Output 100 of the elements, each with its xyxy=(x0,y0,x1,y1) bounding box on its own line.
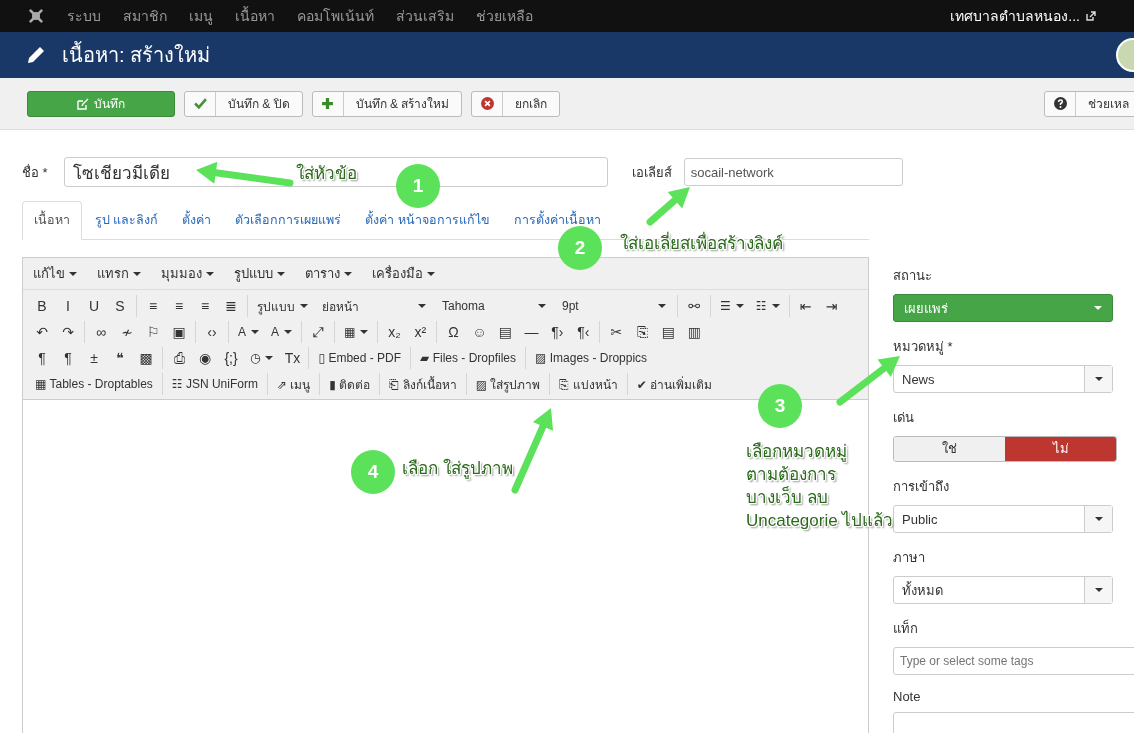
editor-tool-button[interactable]: ¶‹ xyxy=(570,320,597,344)
editor-tool-button[interactable]: ▮ ติดต่อ xyxy=(323,372,377,396)
editor-tool-button[interactable]: ◷ xyxy=(244,346,280,370)
editor-tool-button[interactable]: ▦ Tables - Droptables xyxy=(29,372,159,396)
editor-tool-button[interactable]: Tx xyxy=(279,346,306,370)
editor-tool-button[interactable]: ☷ JSN UniForm xyxy=(165,372,264,396)
editor-tool-button[interactable]: ∞ xyxy=(88,320,114,344)
editor-tool-button[interactable]: A xyxy=(232,320,265,344)
editor-tool-button[interactable]: S xyxy=(107,294,133,318)
nav-menu-item[interactable]: เนื้อหา xyxy=(235,5,275,27)
pencil-icon xyxy=(26,45,46,65)
editor-menu[interactable]: มุมมอง xyxy=(161,263,214,284)
editor-tool-button[interactable]: {;} xyxy=(218,346,244,370)
editor-tool-button[interactable]: ↶ xyxy=(29,320,55,344)
annotation-text: ใส่เอเลี่ยสเพื่อสร้างลิงค์ xyxy=(620,232,783,255)
field-label: หมวดหมู่ * xyxy=(893,338,954,357)
toggle-option[interactable]: ไม่ xyxy=(1005,437,1116,461)
editor-tool-button[interactable]: ≁ xyxy=(114,320,140,344)
editor-tool-button[interactable]: x² xyxy=(407,320,434,344)
editor-menu[interactable]: รูปแบบ xyxy=(234,263,285,284)
editor-tool-button[interactable]: ▯ Embed - PDF xyxy=(312,346,408,370)
editor-tool-button[interactable]: U xyxy=(81,294,107,318)
edit-icon xyxy=(77,97,89,110)
editor-tool-button[interactable]: ≡ xyxy=(192,294,218,318)
check-icon xyxy=(193,97,207,110)
field-label: Note xyxy=(893,689,922,704)
editor-dropdown[interactable]: ย่อหน้า xyxy=(314,294,434,318)
editor-tool-button[interactable]: ▦ xyxy=(338,320,375,344)
editor-tool-button[interactable]: A xyxy=(265,320,299,344)
editor-tool-button[interactable]: ⇤ xyxy=(792,294,819,318)
logo-icon[interactable] xyxy=(27,7,45,25)
editor-tool-button[interactable]: ✔ อ่านเพิ่มเติม xyxy=(630,372,719,396)
editor-tool-button[interactable]: ⎘ แบ่งหน้า xyxy=(553,372,624,396)
editor-tool-button[interactable]: ⎗ ลิงก์เนื้อหา xyxy=(383,372,463,396)
editor-dropdown[interactable]: 9pt xyxy=(554,294,674,318)
field-label: เด่น xyxy=(893,409,915,427)
nav-menu-item[interactable]: เมนู xyxy=(189,5,213,27)
alias-field[interactable]: socail-network xyxy=(683,158,903,186)
editor-tool-button[interactable]: ¶› xyxy=(544,320,571,344)
editor-tool-button[interactable]: ✂ xyxy=(603,320,630,344)
format-dropdown[interactable]: รูปแบบ xyxy=(251,294,314,318)
editor-tool-button[interactable]: Ω xyxy=(440,320,467,344)
editor-tool-button[interactable]: x₂ xyxy=(381,320,408,344)
toggle-option[interactable]: ใช่ xyxy=(894,437,1005,461)
editor-tool-button[interactable]: ☷ xyxy=(749,294,786,318)
editor-tool-button[interactable]: I xyxy=(55,294,81,318)
select-field[interactable]: Public xyxy=(893,505,1113,533)
editor-tool-button[interactable]: ❝ xyxy=(107,346,133,370)
editor-tool-button[interactable]: ≡ xyxy=(166,294,192,318)
editor-tool-button[interactable]: ¶ xyxy=(55,346,81,370)
editor-tool-button[interactable]: ☰ xyxy=(714,294,750,318)
editor-tool-button[interactable]: ☺ xyxy=(466,320,493,344)
tab[interactable]: ตัวเลือกการเผยแพร่ xyxy=(224,202,353,239)
note-field[interactable] xyxy=(893,712,1134,733)
select-field[interactable]: ทั้งหมด xyxy=(893,576,1113,604)
editor-tool-button[interactable]: ⚯ xyxy=(681,294,707,318)
editor-menu[interactable]: เครื่องมือ xyxy=(372,263,435,284)
site-link[interactable]: เทศบาลตำบลหนอง... xyxy=(950,5,1080,27)
editor-menu[interactable]: แก้ไข xyxy=(33,263,77,284)
editor-tool-button[interactable]: ⎘ xyxy=(629,320,656,344)
nav-menu-item[interactable]: ระบบ xyxy=(67,5,101,27)
editor-tool-button[interactable]: ▰ Files - Dropfiles xyxy=(414,346,523,370)
editor-dropdown[interactable]: Tahoma xyxy=(434,294,554,318)
save-button[interactable]: บันทึก & ปิด xyxy=(184,90,303,117)
save-button[interactable]: บันทึก & สร้างใหม่ xyxy=(311,90,463,117)
nav-menu-item[interactable]: คอมโพเน้นท์ xyxy=(297,5,374,27)
editor-tool-button[interactable]: ± xyxy=(81,346,107,370)
cancel-button[interactable]: ยกเลิก xyxy=(471,90,561,117)
nav-menu-item[interactable]: ส่วนเสริม xyxy=(396,5,454,27)
editor-tool-button[interactable]: ▨ Images - Droppics xyxy=(529,346,654,370)
nav-menu-item[interactable]: ช่วยเหลือ xyxy=(476,5,533,27)
editor-tool-button[interactable]: ≡ xyxy=(140,294,166,318)
editor-tool-button[interactable]: ⎙ xyxy=(166,346,192,370)
editor-tool-button[interactable]: ⇗ เมนู xyxy=(270,372,317,396)
tab[interactable]: เนื้อหา xyxy=(22,201,82,240)
editor-menu[interactable]: แทรก xyxy=(97,263,141,284)
select-field[interactable]: News xyxy=(893,365,1113,393)
tags-field[interactable]: Type or select some tags xyxy=(893,647,1134,675)
editor-tool-button[interactable]: ▥ xyxy=(681,320,708,344)
editor-tool-button[interactable]: ▤ xyxy=(655,320,682,344)
tab[interactable]: ตั้งค่า xyxy=(171,202,223,239)
editor-tool-button[interactable]: ▤ xyxy=(492,320,519,344)
editor-tool-button[interactable]: ◉ xyxy=(192,346,218,370)
editor-tool-button[interactable]: ¶ xyxy=(29,346,55,370)
editor-menu[interactable]: ตาราง xyxy=(305,263,352,284)
editor-tool-button[interactable]: ⚐ xyxy=(140,320,166,344)
editor-tool-button[interactable]: ⤢ xyxy=(305,320,332,344)
editor-tool-button[interactable]: B xyxy=(29,294,55,318)
nav-menu-item[interactable]: สมาชิก xyxy=(123,5,167,27)
editor-tool-button[interactable]: ▨ ใส่รูปภาพ xyxy=(469,372,547,396)
tab[interactable]: รูป และลิงก์ xyxy=(84,202,170,239)
editor-tool-button[interactable]: ⇥ xyxy=(818,294,845,318)
editor-tool-button[interactable]: ▩ xyxy=(133,346,159,370)
help-button[interactable]: ช่วยเหล xyxy=(1044,90,1134,117)
editor-tool-button[interactable]: ‹› xyxy=(199,320,225,344)
editor-tool-button[interactable]: ≣ xyxy=(218,294,244,318)
editor-tool-button[interactable]: — xyxy=(518,320,545,344)
editor-tool-button[interactable]: ↷ xyxy=(55,320,81,344)
help-icon xyxy=(1053,97,1067,110)
editor-tool-button[interactable]: ▣ xyxy=(166,320,192,344)
